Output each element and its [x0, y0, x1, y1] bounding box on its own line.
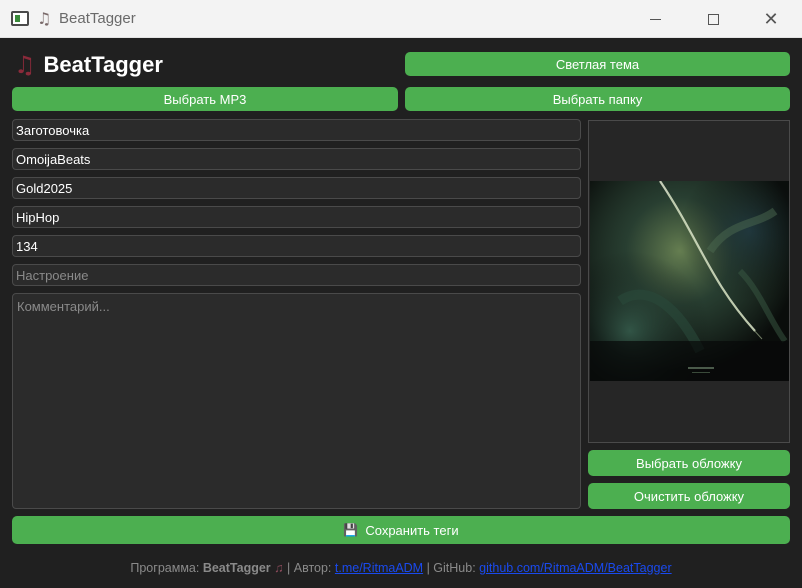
minimize-button[interactable]: [626, 0, 684, 38]
select-cover-button[interactable]: Выбрать обложку: [588, 450, 790, 476]
app-name: BeatTagger: [43, 52, 163, 77]
window-title: BeatTagger: [59, 10, 136, 27]
footer-program-name: BeatTagger: [202, 561, 271, 575]
artist-field[interactable]: OmoijaBeats: [12, 148, 581, 170]
close-button[interactable]: ✕: [742, 0, 800, 38]
footer: Программа: BeatTagger ♫ | Автор: t.me/Ri…: [0, 561, 802, 575]
mood-field[interactable]: Настроение: [12, 264, 581, 286]
bpm-field[interactable]: 134: [12, 235, 581, 257]
title-field[interactable]: Заготовочка: [12, 119, 581, 141]
clear-cover-button[interactable]: Очистить обложку: [588, 483, 790, 509]
select-folder-button[interactable]: Выбрать папку: [405, 87, 790, 111]
music-note-icon: ♫: [274, 561, 284, 575]
cover-image: [590, 181, 789, 381]
app-logo: ♫ BeatTagger: [14, 50, 163, 80]
floppy-disk-icon: 💾: [343, 523, 359, 537]
comment-textarea[interactable]: Комментарий...: [12, 293, 581, 509]
close-icon: ✕: [763, 8, 779, 30]
window-app-icon: [11, 11, 29, 26]
music-note-icon: ♫: [14, 51, 36, 79]
footer-github-prefix: | GitHub:: [426, 561, 476, 575]
github-link[interactable]: github.com/RitmaADM/BeatTagger: [479, 561, 671, 575]
footer-author-prefix: | Автор:: [287, 561, 332, 575]
cover-artwork-image: [590, 181, 789, 381]
cover-preview: [588, 120, 790, 443]
minimize-icon: [649, 18, 661, 20]
light-theme-button[interactable]: Светлая тема: [405, 52, 790, 76]
maximize-icon: [707, 13, 719, 25]
album-field[interactable]: Gold2025: [12, 177, 581, 199]
genre-field[interactable]: HipHop: [12, 206, 581, 228]
footer-program-prefix: Программа:: [130, 561, 200, 575]
save-tags-label: Сохранить теги: [365, 522, 459, 538]
music-note-icon: ♫: [37, 9, 52, 28]
save-tags-button[interactable]: 💾 Сохранить теги: [12, 516, 790, 544]
maximize-button[interactable]: [684, 0, 742, 38]
author-link[interactable]: t.me/RitmaADM: [335, 561, 423, 575]
select-mp3-button[interactable]: Выбрать MP3: [12, 87, 398, 111]
app-body: ♫ BeatTagger Светлая тема Выбрать MP3 Вы…: [0, 38, 802, 588]
title-bar: ♫ BeatTagger ✕: [0, 0, 802, 38]
